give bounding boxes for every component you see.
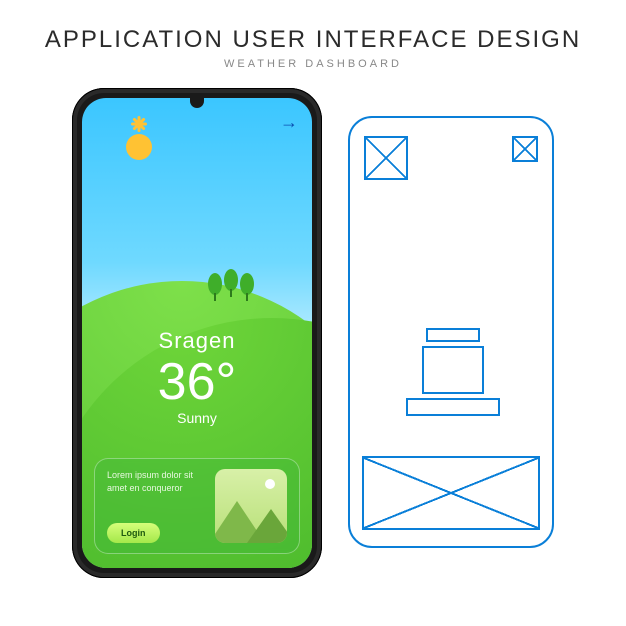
wireframe-card-placeholder bbox=[362, 456, 540, 530]
content-row: → Sragen 36° Sunny Lorem ipsum dolor sit… bbox=[0, 88, 626, 578]
wireframe-arrow-placeholder bbox=[512, 136, 538, 162]
next-arrow-icon[interactable]: → bbox=[280, 112, 298, 133]
phone-screen: → Sragen 36° Sunny Lorem ipsum dolor sit… bbox=[82, 98, 312, 568]
phone-frame: → Sragen 36° Sunny Lorem ipsum dolor sit… bbox=[72, 88, 322, 578]
city-label: Sragen bbox=[82, 328, 312, 354]
weather-readout: Sragen 36° Sunny bbox=[82, 328, 312, 426]
card-copy: Lorem ipsum dolor sit amet en conqueror bbox=[107, 469, 205, 494]
condition-label: Sunny bbox=[82, 410, 312, 426]
wireframe-city-placeholder bbox=[426, 328, 480, 342]
temperature-value: 36° bbox=[82, 356, 312, 408]
sun-icon bbox=[126, 134, 152, 160]
page-title: APPLICATION USER INTERFACE DESIGN bbox=[45, 26, 581, 54]
tree-icon bbox=[208, 273, 222, 301]
login-button[interactable]: Login bbox=[107, 523, 160, 543]
info-card: Lorem ipsum dolor sit amet en conqueror … bbox=[94, 458, 300, 554]
wireframe-temp-placeholder bbox=[422, 346, 484, 394]
tree-icon bbox=[224, 269, 238, 297]
page-subtitle: WEATHER DASHBOARD bbox=[224, 58, 402, 70]
wireframe-frame bbox=[348, 116, 554, 548]
tree-icon bbox=[240, 273, 254, 301]
wireframe-sun-placeholder bbox=[364, 136, 408, 180]
wireframe-condition-placeholder bbox=[406, 398, 500, 416]
card-thumbnail bbox=[215, 469, 287, 543]
